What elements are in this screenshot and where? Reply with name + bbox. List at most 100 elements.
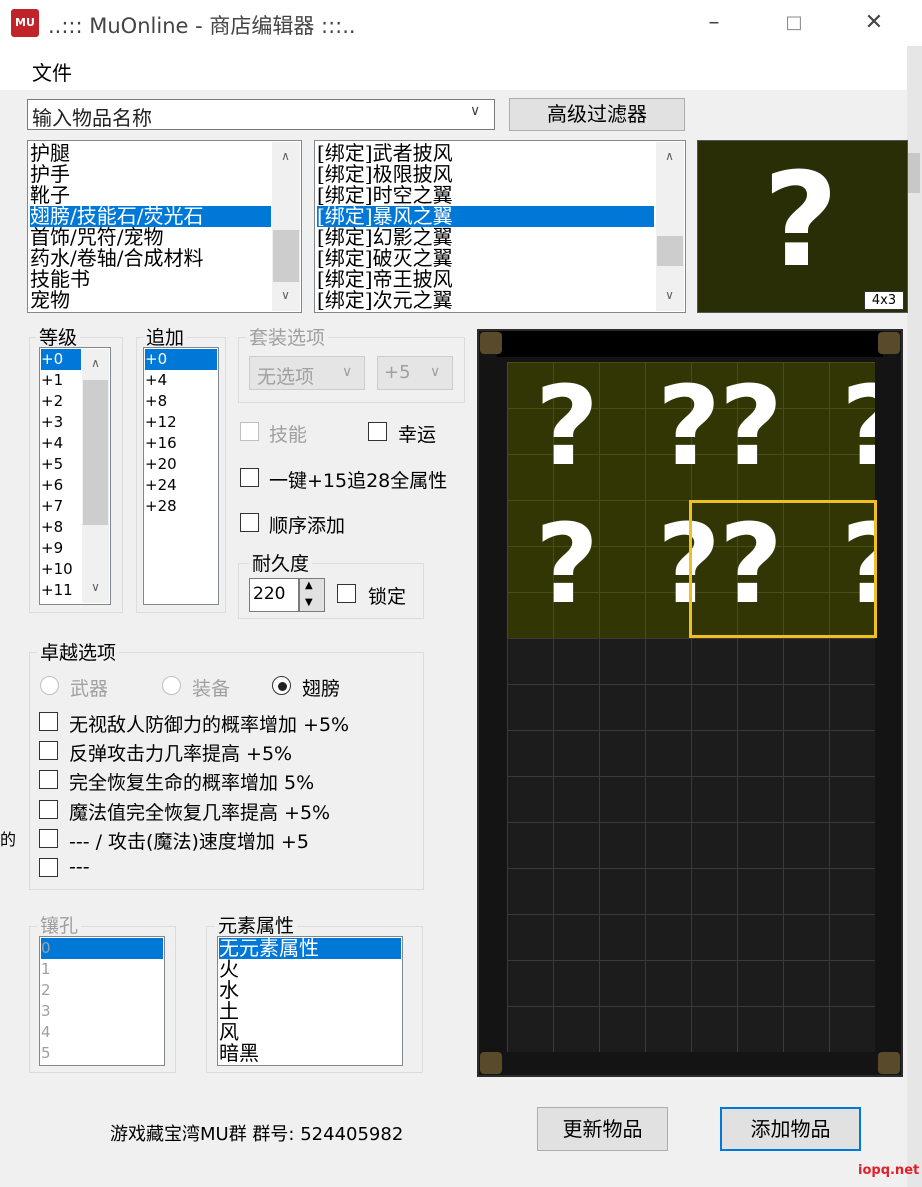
update-item-button[interactable]: 更新物品 [537,1107,668,1151]
excellent-option-5-checkbox[interactable] [39,829,58,848]
scroll-up-icon[interactable]: ∧ [87,356,104,370]
excellent-option-6-checkbox[interactable] [39,858,58,877]
additional-list-item[interactable]: +20 [145,454,217,475]
scroll-down-icon[interactable]: ∨ [277,288,294,302]
scroll-down-icon[interactable]: ∨ [87,580,104,594]
additional-list-item[interactable]: +8 [145,391,217,412]
item-list-item[interactable]: [绑定]时空之翼 [317,185,654,206]
socket-list-item[interactable]: 3 [41,1001,163,1022]
additional-items: +0 +4 +8 +12 +16 +20 +24 +28 [145,349,217,603]
luck-checkbox[interactable] [368,422,387,441]
element-list-item[interactable]: 风 [219,1022,401,1043]
item-list-item[interactable]: [绑定]破灭之翼 [317,248,654,269]
level-list-item[interactable]: +9 [41,538,81,559]
level-scroll-thumb[interactable] [83,380,108,525]
window-title: ..::: MuOnline - 商店编辑器 :::.. [48,14,356,38]
element-list-item[interactable]: 火 [219,959,401,980]
category-list-item[interactable]: 护手 [30,164,271,185]
minimize-button[interactable]: – [694,8,734,38]
app-icon: MU [11,9,39,37]
inventory-selection-highlight[interactable] [689,500,877,638]
maximize-button[interactable]: □ [774,8,814,38]
frame-ornament-icon [878,1052,900,1074]
additional-list-item[interactable]: +12 [145,412,217,433]
question-mark-icon: ? [719,362,783,490]
lock-checkbox[interactable] [337,584,356,603]
radio-wings[interactable] [272,676,291,695]
edge-handle [908,153,920,193]
watermark: iopq.net [858,1163,920,1178]
level-list-item[interactable]: +5 [41,454,81,475]
excellent-option-3-checkbox[interactable] [39,770,58,789]
element-items: 无元素属性火水土风暗黑 [219,938,401,1064]
element-list-item[interactable]: 水 [219,980,401,1001]
additional-list-item[interactable]: +24 [145,475,217,496]
category-list-item[interactable]: 技能书 [30,269,271,290]
level-list-item[interactable]: +6 [41,475,81,496]
advanced-filter-button[interactable]: 高级过滤器 [509,98,685,131]
additional-list-item[interactable]: +28 [145,496,217,517]
category-list-item[interactable]: 翅膀/技能石/荧光石 [30,206,271,227]
socket-list-item[interactable]: 4 [41,1022,163,1043]
additional-list-item[interactable]: +16 [145,433,217,454]
chevron-down-icon: ∨ [430,364,441,380]
spin-down-icon[interactable]: ▼ [305,597,313,608]
excellent-option-5-label: --- / 攻击(魔法)速度增加 +5 [69,831,309,853]
category-list-item[interactable]: 靴子 [30,185,271,206]
socket-list-item[interactable]: 5 [41,1043,163,1064]
scroll-down-icon[interactable]: ∨ [661,288,678,302]
level-list-item[interactable]: +8 [41,517,81,538]
set-level-value: +5 [384,362,411,383]
set-select-value: 无选项 [257,366,315,388]
level-list-item[interactable]: +7 [41,496,81,517]
sequential-add-checkbox[interactable] [240,513,259,532]
excellent-option-4-checkbox[interactable] [39,800,58,819]
additional-list-item[interactable]: +0 [145,349,217,370]
item-list-item[interactable]: [绑定]暴风之翼 [317,206,654,227]
one-click-checkbox[interactable] [240,468,259,487]
excellent-option-1-checkbox[interactable] [39,712,58,731]
socket-list-item[interactable]: 1 [41,959,163,980]
group-info: 游戏藏宝湾MU群 群号: 524405982 [110,1124,404,1145]
element-list-item[interactable]: 无元素属性 [219,938,401,959]
item-list-item[interactable]: [绑定]次元之翼 [317,290,654,311]
item-list-item[interactable]: [绑定]帝王披风 [317,269,654,290]
element-list-item[interactable]: 暗黑 [219,1043,401,1064]
category-list-item[interactable]: 药水/卷轴/合成材料 [30,248,271,269]
close-button[interactable]: ✕ [854,8,894,38]
radio-weapon[interactable] [40,676,59,695]
category-list-item[interactable]: 护腿 [30,143,271,164]
add-item-button[interactable]: 添加物品 [720,1107,861,1151]
menu-file[interactable]: 文件 [32,57,72,86]
socket-list-item[interactable]: 0 [41,938,163,959]
level-list-item[interactable]: +1 [41,370,81,391]
item-scroll-thumb[interactable] [657,236,683,266]
scroll-up-icon[interactable]: ∧ [661,149,678,163]
level-list-item[interactable]: +2 [41,391,81,412]
level-list-item[interactable]: +3 [41,412,81,433]
level-label: 等级 [36,323,81,350]
skill-checkbox[interactable] [240,422,259,441]
question-mark-icon: ? [657,362,721,490]
item-list-item[interactable]: [绑定]武者披风 [317,143,654,164]
item-list-item[interactable]: [绑定]极限披风 [317,164,654,185]
category-scroll-thumb[interactable] [273,230,299,282]
level-list-item[interactable]: +4 [41,433,81,454]
additional-list-item[interactable]: +4 [145,370,217,391]
scroll-up-icon[interactable]: ∧ [277,149,294,163]
category-scrollbar[interactable] [272,142,300,311]
radio-equipment[interactable] [162,676,181,695]
category-list-item[interactable]: 首饰/咒符/宠物 [30,227,271,248]
level-list-item[interactable]: +0 [41,349,81,370]
item-scrollbar[interactable] [656,142,684,311]
excellent-option-6-label: --- [69,856,90,878]
excellent-option-2-checkbox[interactable] [39,741,58,760]
category-list-item[interactable]: 宠物 [30,290,271,311]
spin-up-icon[interactable]: ▲ [305,580,313,591]
level-list-item[interactable]: +10 [41,559,81,580]
socket-list-item[interactable]: 2 [41,980,163,1001]
level-list-item[interactable]: +11 [41,580,81,601]
item-list-item[interactable]: [绑定]幻影之翼 [317,227,654,248]
chevron-down-icon[interactable]: ∨ [470,103,480,119]
element-list-item[interactable]: 土 [219,1001,401,1022]
